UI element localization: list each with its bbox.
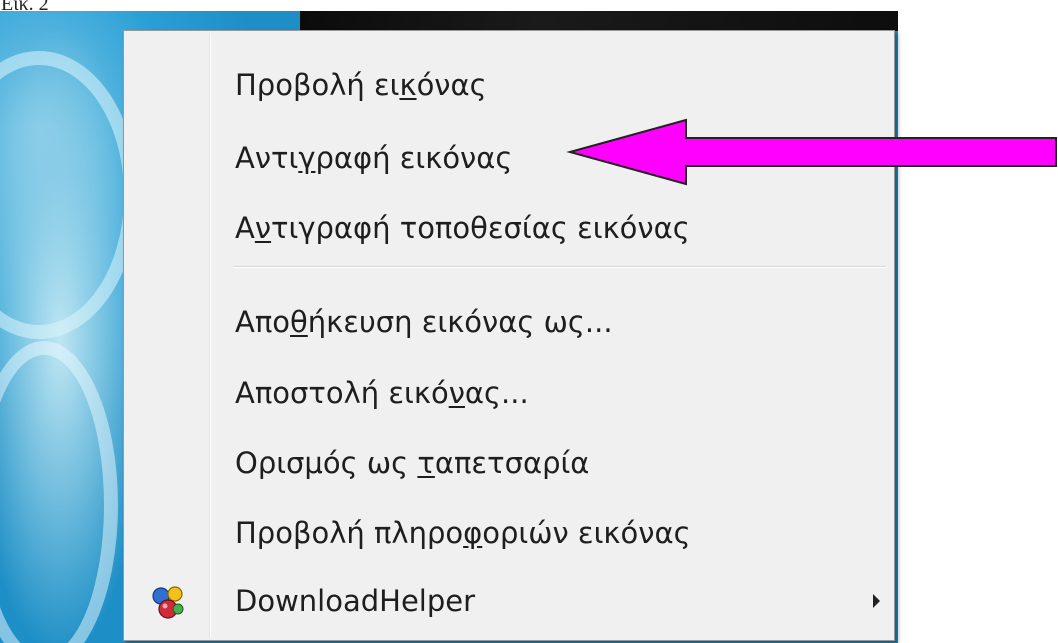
menu-item-set-as-wallpaper[interactable]: Ορισμός ως ταπετσαρία (126, 431, 892, 495)
menu-item-view-image[interactable]: Προβολή εικόνας (126, 53, 892, 117)
menu-item-label: Αντιγραφή τοποθεσίας εικόνας (235, 211, 690, 245)
wallpaper-swirl (0, 51, 138, 339)
window-titlebar-strip (300, 11, 898, 31)
submenu-arrow-icon (873, 594, 880, 608)
menu-item-label: Αποθήκευση εικόνας ως... (235, 305, 613, 339)
screenshot: Εικ. 2 Προβολή εικόνας Αντιγραφή εικόνας… (0, 0, 1058, 643)
annotation-arrow-shape (566, 118, 1057, 186)
menu-item-send-image[interactable]: Αποστολή εικόνας... (126, 361, 892, 425)
downloadhelper-icon (152, 586, 184, 619)
menu-item-label: Ορισμός ως ταπετσαρία (235, 446, 590, 480)
annotation-arrow (566, 118, 1057, 186)
menu-item-downloadhelper[interactable]: DownloadHelper (126, 569, 892, 633)
menu-item-label: DownloadHelper (235, 584, 476, 618)
menu-item-label: Προβολή εικόνας (235, 68, 487, 102)
menu-separator (233, 266, 886, 268)
menu-item-copy-image-location[interactable]: Αντιγραφή τοποθεσίας εικόνας (126, 196, 892, 260)
wallpaper-swirl (0, 341, 118, 643)
menu-item-save-image-as[interactable]: Αποθήκευση εικόνας ως... (126, 290, 892, 354)
menu-item-view-image-info[interactable]: Προβολή πληροφοριών εικόνας (126, 501, 892, 565)
menu-item-label: Προβολή πληροφοριών εικόνας (235, 516, 691, 550)
menu-item-label: Αντιγραφή εικόνας (235, 141, 513, 175)
menu-item-label: Αποστολή εικόνας... (235, 376, 529, 410)
